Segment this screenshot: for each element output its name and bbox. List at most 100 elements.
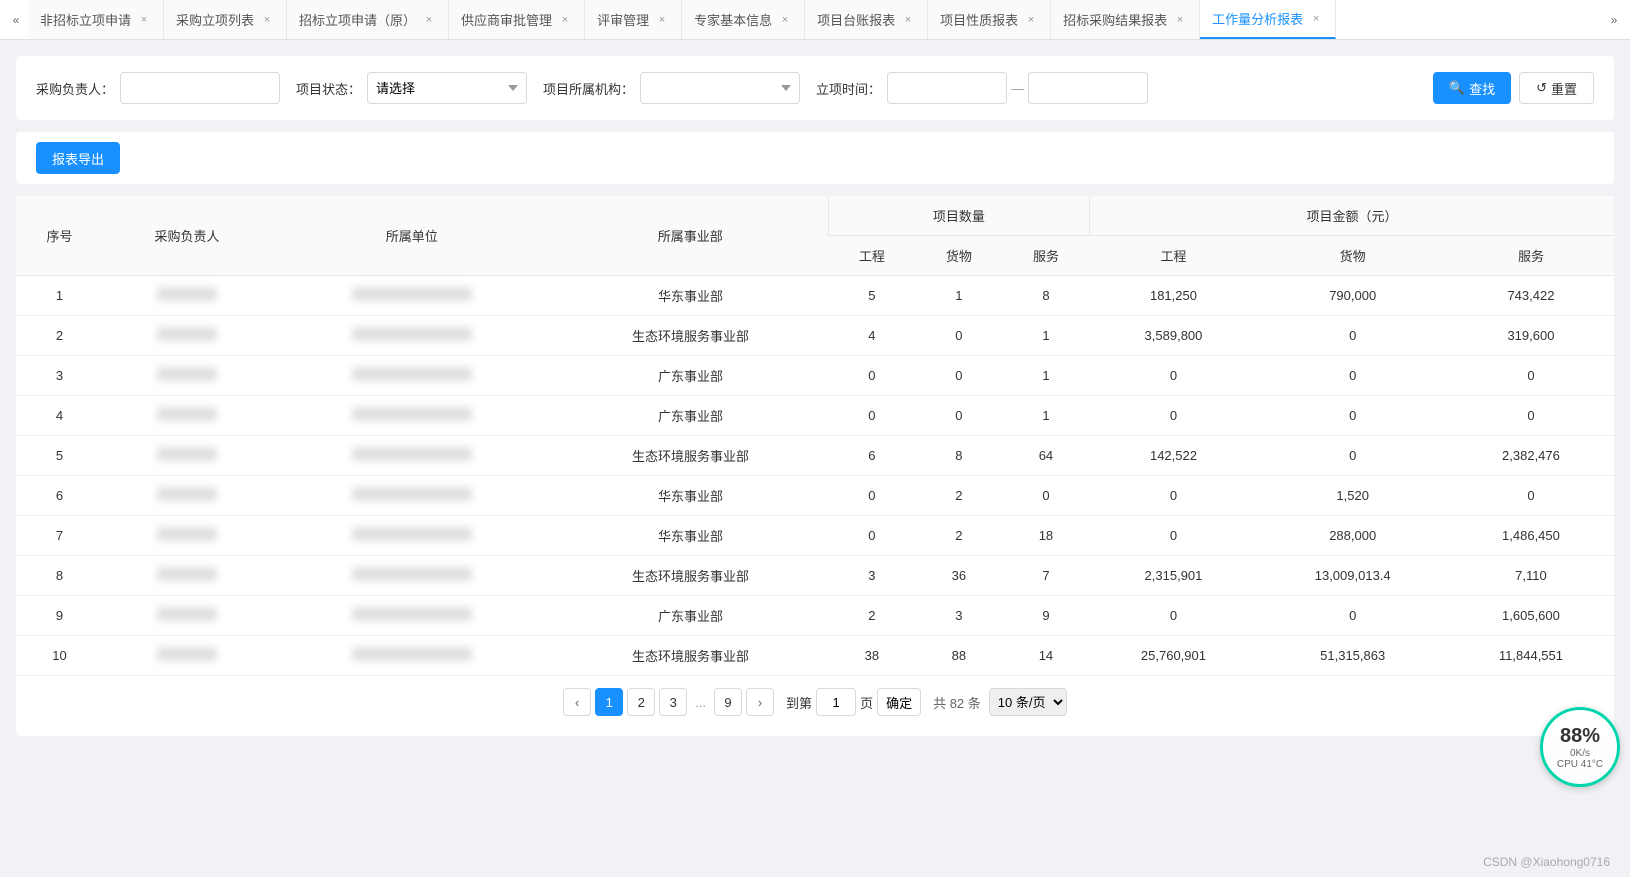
person-cell	[157, 447, 217, 461]
tab-label-3: 供应商审批管理	[461, 10, 552, 29]
goto-confirm-btn[interactable]: 确定	[877, 688, 921, 716]
cell-goods-amount: 0	[1257, 596, 1447, 636]
page-btn-3[interactable]: 3	[659, 688, 687, 716]
cell-eng-count: 2	[828, 596, 915, 636]
tab-scroll-left[interactable]: «	[4, 0, 28, 39]
tab-5[interactable]: 专家基本信息×	[682, 0, 805, 39]
person-cell	[157, 487, 217, 501]
tab-label-4: 评审管理	[597, 10, 649, 29]
cell-eng-count: 5	[828, 276, 915, 316]
page-btn-1[interactable]: 1	[595, 688, 623, 716]
cell-eng-amount: 0	[1089, 396, 1257, 436]
person-cell	[157, 607, 217, 621]
cpu-widget: 88% 0K/s CPU 41°C	[1540, 707, 1620, 787]
page-btn-9[interactable]: 9	[714, 688, 742, 716]
tab-4[interactable]: 评审管理 ×	[585, 0, 682, 39]
tab-close-7[interactable]: ×	[1024, 13, 1038, 27]
cell-goods-count: 2	[915, 476, 1002, 516]
tabs-container: 非招标立项申请×采购立项列表×招标立项申请（原）×供应商审批管理×评审管理×专家…	[28, 0, 1602, 39]
search-button[interactable]: 🔍 查找	[1433, 72, 1511, 104]
tab-6[interactable]: 项目台账报表×	[805, 0, 928, 39]
purchaser-input[interactable]	[120, 72, 280, 104]
cell-purchaser	[103, 636, 271, 676]
tab-close-3[interactable]: ×	[558, 13, 572, 27]
tab-close-0[interactable]: ×	[137, 13, 151, 27]
reset-button[interactable]: ↺ 重置	[1519, 72, 1594, 104]
tab-label-2: 招标立项申请（原）	[299, 10, 416, 29]
date-label: 立项时间：	[816, 79, 881, 98]
cell-purchaser	[103, 516, 271, 556]
unit-cell	[352, 567, 472, 581]
th-svc-amount: 服务	[1448, 236, 1614, 276]
cell-svc-amount: 0	[1448, 396, 1614, 436]
cell-purchaser	[103, 396, 271, 436]
date-dash: —	[1011, 81, 1024, 96]
tab-close-6[interactable]: ×	[901, 13, 915, 27]
cell-dept: 生态环境服务事业部	[553, 556, 829, 596]
unit-cell	[352, 327, 472, 341]
cell-purchaser	[103, 356, 271, 396]
cell-goods-amount: 0	[1257, 356, 1447, 396]
tab-2[interactable]: 招标立项申请（原） ×	[287, 0, 449, 39]
th-purchaser: 采购负责人	[103, 196, 271, 276]
pagination: ‹ 1 2 3 ... 9 › 到第 页 确定 共 82 条 10 条/页20 …	[16, 676, 1614, 720]
th-index: 序号	[16, 196, 103, 276]
cell-index: 5	[16, 436, 103, 476]
tab-7[interactable]: 项目性质报表×	[928, 0, 1051, 39]
tab-3[interactable]: 供应商审批管理 ×	[449, 0, 585, 39]
cell-dept: 华东事业部	[553, 476, 829, 516]
tab-close-9[interactable]: ×	[1309, 12, 1323, 26]
next-page-btn[interactable]: ›	[746, 688, 774, 716]
cell-dept: 生态环境服务事业部	[553, 316, 829, 356]
page-btn-2[interactable]: 2	[627, 688, 655, 716]
cell-dept: 广东事业部	[553, 396, 829, 436]
tab-9[interactable]: 工作量分析报表×	[1200, 0, 1336, 39]
table-row: 5 生态环境服务事业部 6 8 64 142,522 0 2,382,476	[16, 436, 1614, 476]
tab-close-4[interactable]: ×	[655, 13, 669, 27]
page-label: 页	[860, 693, 873, 712]
cell-svc-amount: 7,110	[1448, 556, 1614, 596]
main-table: 序号 采购负责人 所属单位 所属事业部 项目数量 项目金额（元） 工程 货物 服…	[16, 196, 1614, 676]
tab-more-btn[interactable]: »	[1602, 0, 1626, 39]
tab-close-2[interactable]: ×	[422, 13, 436, 27]
cell-dept: 广东事业部	[553, 596, 829, 636]
cell-eng-amount: 25,760,901	[1089, 636, 1257, 676]
cell-svc-amount: 1,605,600	[1448, 596, 1614, 636]
cell-index: 9	[16, 596, 103, 636]
table-row: 4 广东事业部 0 0 1 0 0 0	[16, 396, 1614, 436]
date-end-input[interactable]	[1028, 72, 1148, 104]
tab-close-1[interactable]: ×	[260, 13, 274, 27]
cell-unit	[271, 516, 553, 556]
org-select[interactable]	[640, 72, 800, 104]
cell-eng-amount: 181,250	[1089, 276, 1257, 316]
goto-input[interactable]	[816, 688, 856, 716]
cell-index: 1	[16, 276, 103, 316]
cell-dept: 生态环境服务事业部	[553, 436, 829, 476]
cell-dept: 广东事业部	[553, 356, 829, 396]
date-start-input[interactable]	[887, 72, 1007, 104]
status-select[interactable]: 请选择	[367, 72, 527, 104]
table-row: 1 华东事业部 5 1 8 181,250 790,000 743,422	[16, 276, 1614, 316]
table-row: 9 广东事业部 2 3 9 0 0 1,605,600	[16, 596, 1614, 636]
cell-svc-amount: 0	[1448, 476, 1614, 516]
th-amount-group: 项目金额（元）	[1089, 196, 1614, 236]
tab-8[interactable]: 招标采购结果报表×	[1051, 0, 1200, 39]
search-icon: 🔍	[1449, 80, 1465, 96]
tab-close-8[interactable]: ×	[1173, 13, 1187, 27]
cell-svc-amount: 2,382,476	[1448, 436, 1614, 476]
cell-goods-amount: 0	[1257, 316, 1447, 356]
cell-goods-count: 36	[915, 556, 1002, 596]
export-button[interactable]: 报表导出	[36, 142, 120, 174]
prev-page-btn[interactable]: ‹	[563, 688, 591, 716]
person-cell	[157, 407, 217, 421]
tab-1[interactable]: 采购立项列表×	[164, 0, 287, 39]
page-size-select[interactable]: 10 条/页20 条/页50 条/页	[989, 688, 1067, 716]
cell-eng-amount: 142,522	[1089, 436, 1257, 476]
cell-goods-amount: 288,000	[1257, 516, 1447, 556]
table-container: 序号 采购负责人 所属单位 所属事业部 项目数量 项目金额（元） 工程 货物 服…	[16, 196, 1614, 736]
tab-close-5[interactable]: ×	[778, 13, 792, 27]
cell-goods-count: 88	[915, 636, 1002, 676]
tab-0[interactable]: 非招标立项申请×	[28, 0, 164, 39]
filter-actions: 🔍 查找 ↺ 重置	[1433, 72, 1594, 104]
cell-goods-amount: 1,520	[1257, 476, 1447, 516]
